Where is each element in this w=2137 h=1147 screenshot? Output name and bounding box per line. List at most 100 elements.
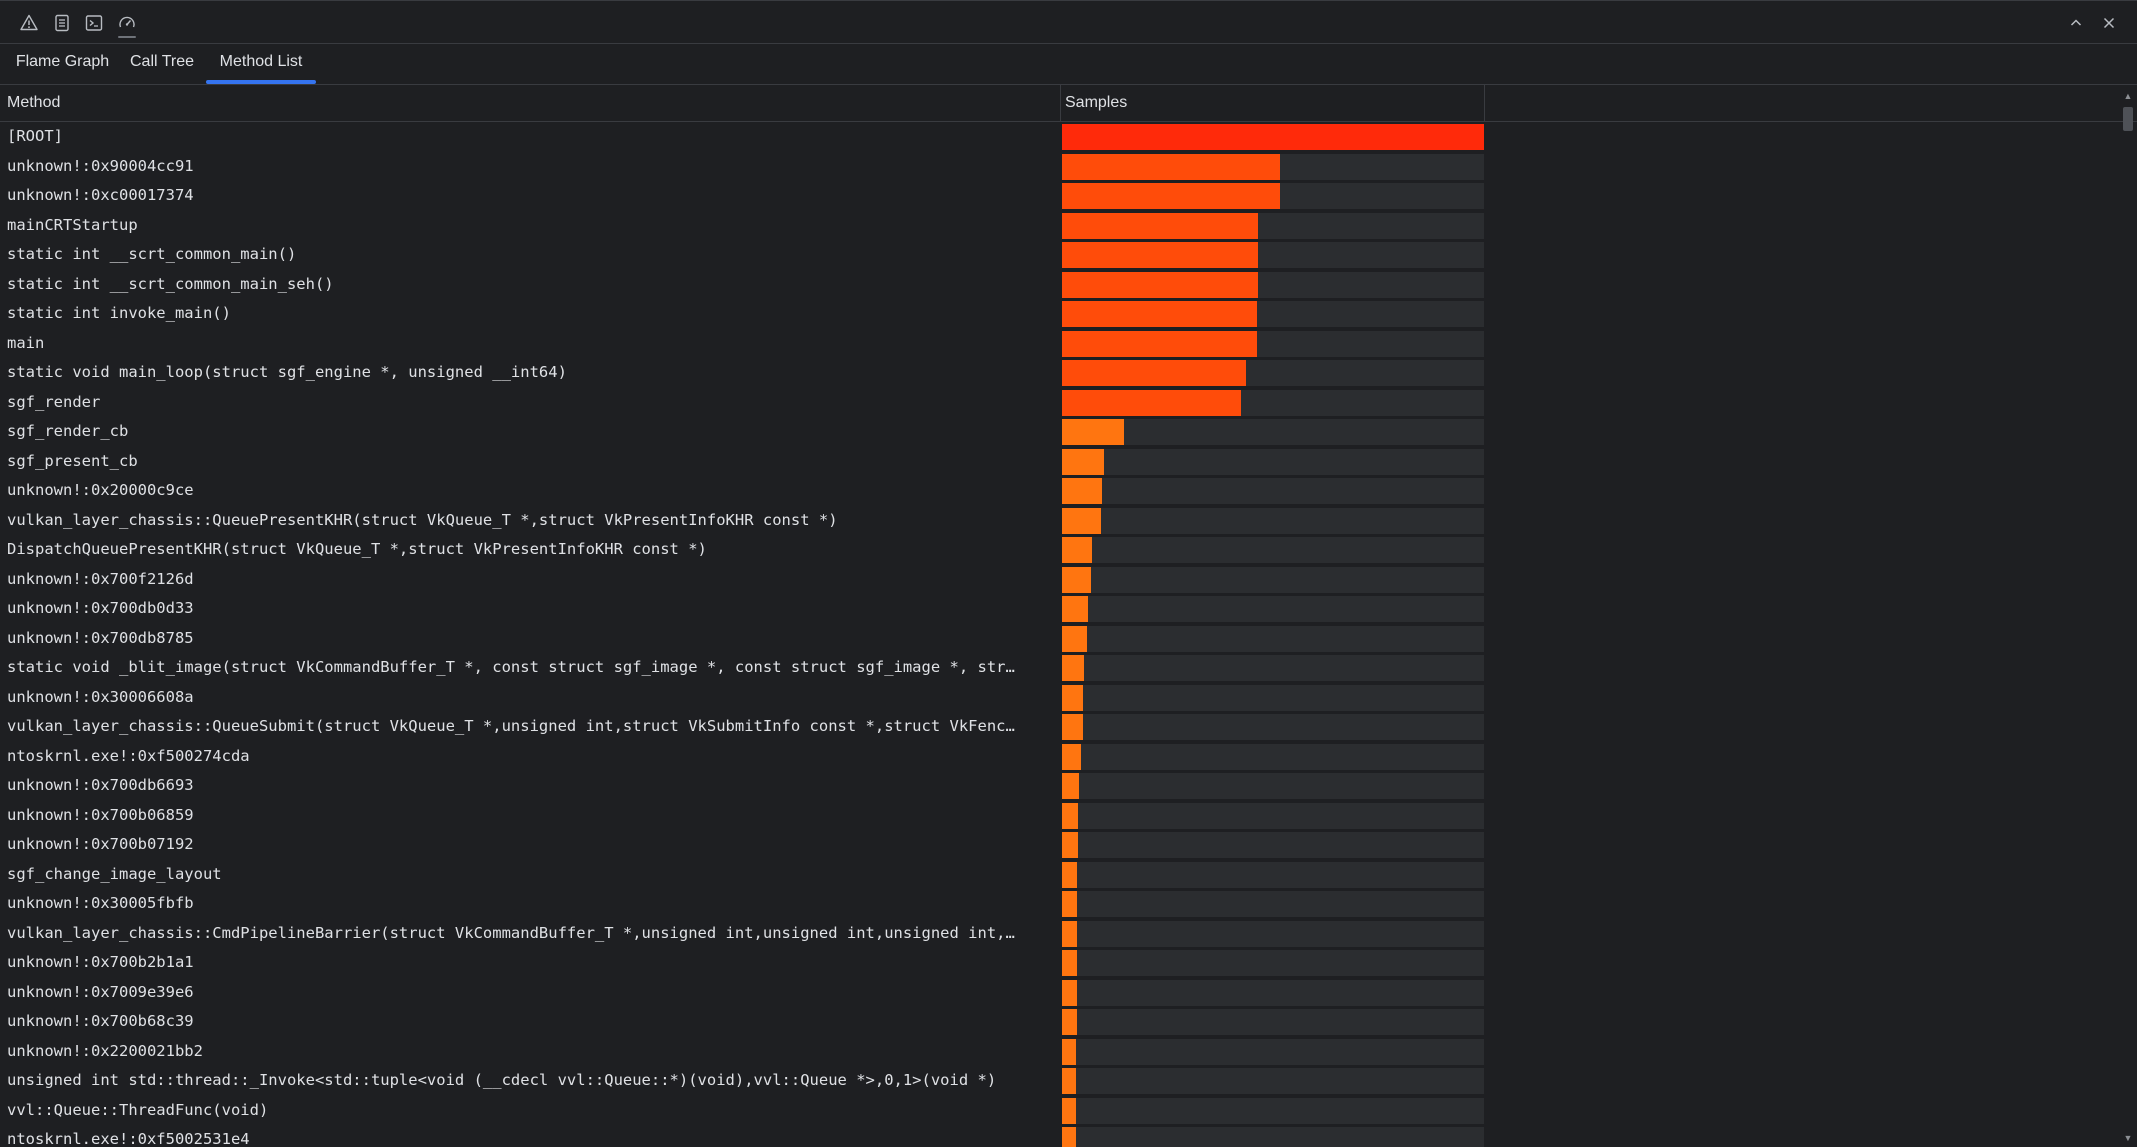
samples-bar	[1062, 861, 1077, 888]
method-name: unknown!:0x90004cc91	[7, 156, 194, 175]
samples-bar-track	[1062, 1038, 1484, 1065]
method-name: [ROOT]	[7, 127, 63, 145]
notes-icon[interactable]	[51, 12, 73, 34]
scroll-thumb[interactable]	[2123, 107, 2133, 131]
table-row[interactable]: unknown!:0x700b2b1a1	[0, 948, 2118, 978]
method-name: static int __scrt_common_main()	[7, 245, 297, 263]
table-row[interactable]: static int __scrt_common_main_seh()	[0, 270, 2118, 300]
chevron-up-icon[interactable]	[2066, 13, 2086, 33]
table-row[interactable]: static int invoke_main()	[0, 299, 2118, 329]
column-header-samples[interactable]: Samples	[1061, 85, 1485, 121]
scroll-down-arrow-icon[interactable]: ▼	[2123, 1133, 2133, 1143]
samples-bar-track	[1062, 478, 1484, 504]
close-icon[interactable]	[2099, 13, 2119, 33]
method-name: unknown!:0x700b2b1a1	[7, 953, 194, 971]
samples-bar-track	[1062, 301, 1484, 327]
method-name: ntoskrnl.exe!:0xf500274cda	[7, 746, 250, 765]
table-row[interactable]: unknown!:0x700b07192	[0, 830, 2118, 860]
terminal-icon[interactable]	[83, 12, 105, 34]
samples-bar-track	[1062, 507, 1484, 534]
method-name: unknown!:0x20000c9ce	[7, 481, 194, 499]
samples-bar-track	[1062, 271, 1484, 298]
method-name: vulkan_layer_chassis::CmdPipelineBarrier…	[7, 923, 1015, 942]
table-row[interactable]: mainCRTStartup	[0, 211, 2118, 241]
method-name: static void _blit_image(struct VkCommand…	[7, 658, 1015, 676]
samples-bar	[1062, 507, 1101, 534]
tab-flame-graph[interactable]: Flame Graph	[8, 44, 117, 84]
table-row[interactable]: vulkan_layer_chassis::CmdPipelineBarrier…	[0, 919, 2118, 949]
table-row[interactable]: sgf_render	[0, 388, 2118, 418]
vertical-scrollbar[interactable]: ▲ ▼	[2119, 85, 2137, 1147]
method-name: static void main_loop(struct sgf_engine …	[7, 363, 567, 381]
samples-bar	[1062, 773, 1079, 799]
table-row[interactable]: unknown!:0x700db8785	[0, 624, 2118, 654]
toolbar	[0, 0, 2137, 44]
table-row[interactable]: sgf_change_image_layout	[0, 860, 2118, 890]
scroll-up-arrow-icon[interactable]: ▲	[2123, 91, 2133, 101]
samples-bar-track	[1062, 655, 1484, 681]
table-row[interactable]: unknown!:0x90004cc91	[0, 152, 2118, 182]
samples-bar-track	[1062, 832, 1484, 858]
table-row[interactable]: sgf_present_cb	[0, 447, 2118, 477]
table-row[interactable]: unknown!:0x700b06859	[0, 801, 2118, 831]
table-row[interactable]: [ROOT]	[0, 122, 2118, 152]
tab-call-tree[interactable]: Call Tree	[126, 44, 198, 84]
samples-bar	[1062, 655, 1084, 681]
column-header-method[interactable]: Method	[0, 85, 1061, 121]
method-name: unknown!:0x2200021bb2	[7, 1041, 203, 1060]
table-row[interactable]: unknown!:0x30005fbfb	[0, 889, 2118, 919]
samples-bar-track	[1062, 1068, 1484, 1094]
table-row[interactable]: unsigned int std::thread::_Invoke<std::t…	[0, 1066, 2118, 1096]
table-row[interactable]: unknown!:0x20000c9ce	[0, 476, 2118, 506]
samples-bar-track	[1062, 566, 1484, 593]
table-row[interactable]: vvl::Queue::ThreadFunc(void)	[0, 1096, 2118, 1126]
samples-bar	[1062, 950, 1077, 976]
table-row[interactable]: static void main_loop(struct sgf_engine …	[0, 358, 2118, 388]
warning-icon[interactable]	[18, 12, 40, 34]
table-row[interactable]: ntoskrnl.exe!:0xf500274cda	[0, 742, 2118, 772]
table-row[interactable]: sgf_render_cb	[0, 417, 2118, 447]
table-row[interactable]: vulkan_layer_chassis::QueuePresentKHR(st…	[0, 506, 2118, 536]
tab-method-list[interactable]: Method List	[206, 44, 316, 84]
samples-bar	[1062, 242, 1258, 268]
table-row[interactable]: unknown!:0x2200021bb2	[0, 1037, 2118, 1067]
samples-bar-track	[1062, 183, 1484, 209]
samples-bar-track	[1062, 212, 1484, 239]
table-row[interactable]: unknown!:0x7009e39e6	[0, 978, 2118, 1008]
table-row[interactable]: unknown!:0x700f2126d	[0, 565, 2118, 595]
table-row[interactable]: unknown!:0x700db6693	[0, 771, 2118, 801]
table-row[interactable]: unknown!:0x30006608a	[0, 683, 2118, 713]
samples-bar	[1062, 448, 1104, 475]
method-name: mainCRTStartup	[7, 215, 138, 234]
samples-bar-track	[1062, 330, 1484, 357]
method-name: unknown!:0x700db0d33	[7, 599, 194, 617]
gauge-icon[interactable]	[116, 12, 138, 38]
samples-bar-track	[1062, 861, 1484, 888]
table-row[interactable]: unknown!:0xc00017374	[0, 181, 2118, 211]
method-name: main	[7, 333, 45, 352]
table-row[interactable]: vulkan_layer_chassis::QueueSubmit(struct…	[0, 712, 2118, 742]
samples-bar	[1062, 802, 1078, 829]
samples-bar	[1062, 419, 1124, 445]
table-row[interactable]: static void _blit_image(struct VkCommand…	[0, 653, 2118, 683]
samples-bar-track	[1062, 714, 1484, 740]
table-row[interactable]: main	[0, 329, 2118, 359]
table-row[interactable]: DispatchQueuePresentKHR(struct VkQueue_T…	[0, 535, 2118, 565]
method-name: sgf_present_cb	[7, 451, 138, 470]
samples-bar-track	[1062, 773, 1484, 799]
method-name: vulkan_layer_chassis::QueueSubmit(struct…	[7, 717, 1015, 735]
samples-bar	[1062, 684, 1083, 711]
samples-bar-track	[1062, 979, 1484, 1006]
samples-bar	[1062, 1068, 1076, 1094]
samples-bar	[1062, 183, 1280, 209]
table-row[interactable]: unknown!:0x700b68c39	[0, 1007, 2118, 1037]
table-header: Method Samples	[0, 85, 2137, 122]
method-name: unknown!:0x700b68c39	[7, 1012, 194, 1030]
method-name: static int invoke_main()	[7, 304, 231, 322]
table-row[interactable]: ntoskrnl.exe!:0xf5002531e4	[0, 1125, 2118, 1147]
table-row[interactable]: unknown!:0x700db0d33	[0, 594, 2118, 624]
method-name: vulkan_layer_chassis::QueuePresentKHR(st…	[7, 510, 838, 529]
method-name: unknown!:0xc00017374	[7, 186, 194, 204]
table-row[interactable]: static int __scrt_common_main()	[0, 240, 2118, 270]
samples-bar	[1062, 891, 1077, 917]
